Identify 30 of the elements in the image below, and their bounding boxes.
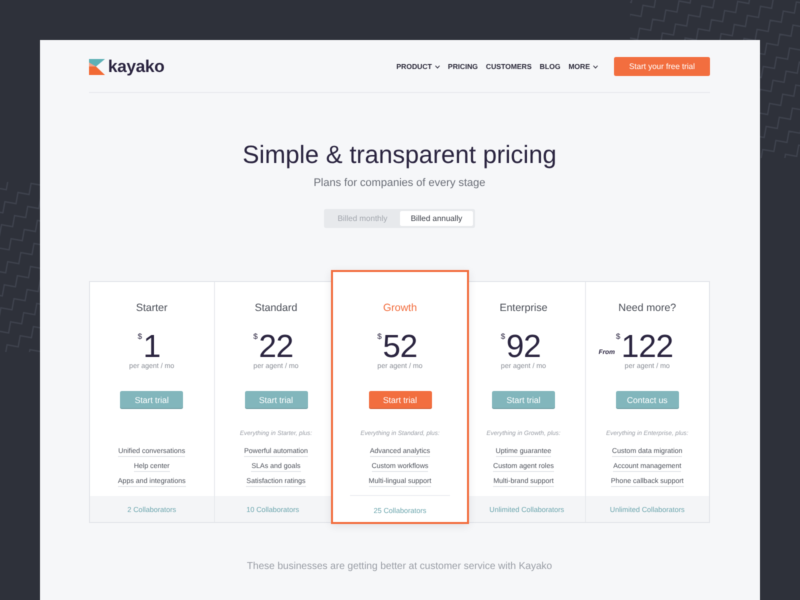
price-amount: 22 xyxy=(258,330,294,362)
price-amount: 122 xyxy=(621,330,674,362)
free-trial-button[interactable]: Start your free trial xyxy=(614,57,710,76)
caret-icon xyxy=(434,64,440,68)
price-amount: 92 xyxy=(506,330,541,362)
plan-button[interactable]: Start trial xyxy=(492,391,555,409)
plan-button[interactable]: Start trial xyxy=(120,391,184,409)
plan-name: Growth xyxy=(383,301,417,315)
brand-name: kayako xyxy=(108,56,164,76)
plan-button[interactable]: Contact us xyxy=(616,391,679,409)
page-subtitle: Plans for companies of every stage xyxy=(314,176,486,190)
price-amount: 52 xyxy=(382,330,418,362)
caret-icon xyxy=(593,64,598,68)
currency-symbol: $ xyxy=(138,332,142,342)
plan-name: Need more? xyxy=(618,301,676,315)
price-amount: 1 xyxy=(143,330,160,362)
billing-tab[interactable]: Billed monthly xyxy=(326,211,399,226)
billing-tab[interactable]: Billed annually xyxy=(400,211,473,226)
currency-symbol: $ xyxy=(377,332,382,342)
plan-button[interactable]: Start trial xyxy=(368,391,432,409)
footer-note: These businesses are getting better at customer service with Kayako xyxy=(246,560,552,573)
currency-symbol: $ xyxy=(616,332,620,342)
currency-symbol: $ xyxy=(500,332,506,342)
page-title: Simple & transparent pricing xyxy=(242,140,557,170)
plan-name: Enterprise xyxy=(500,301,548,315)
logo-icon xyxy=(89,58,105,74)
plan-name: Starter xyxy=(136,301,168,315)
currency-symbol: $ xyxy=(253,332,258,342)
plan-button[interactable]: Start trial xyxy=(244,391,308,409)
plan-name: Standard xyxy=(254,301,298,315)
